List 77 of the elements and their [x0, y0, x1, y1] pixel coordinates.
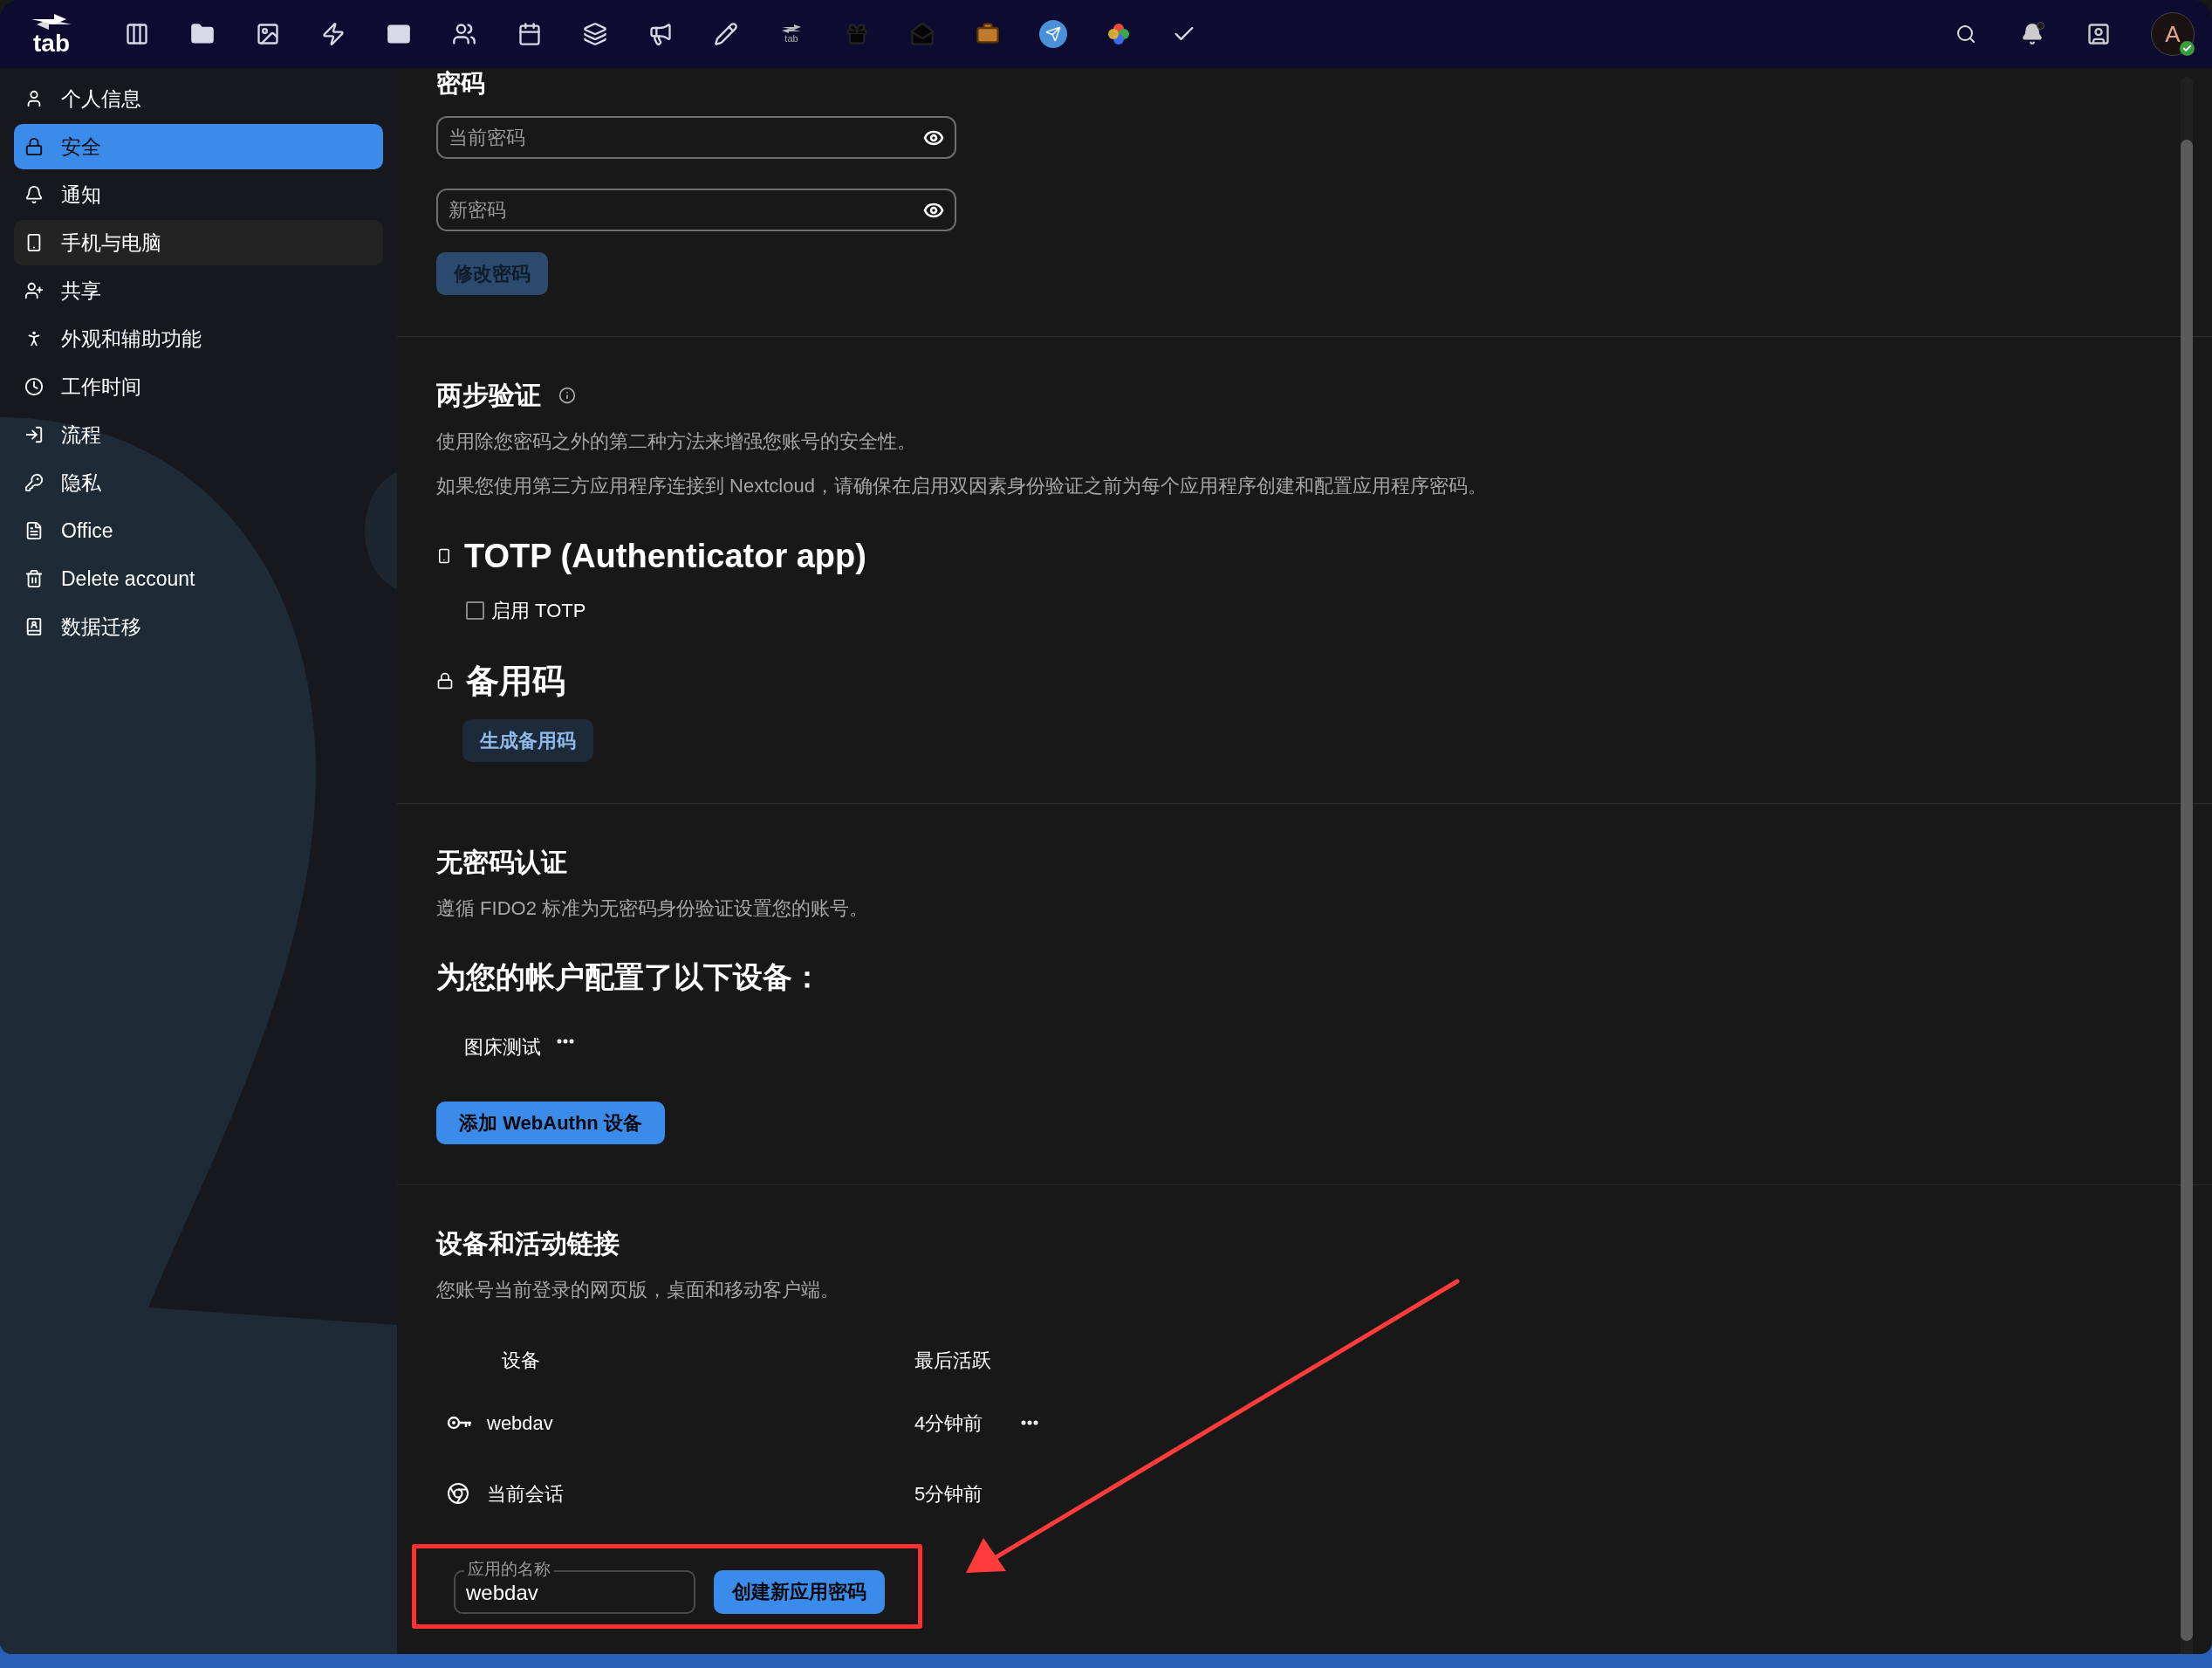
section-heading: 无密码认证 — [436, 847, 568, 878]
sidebar-label: 通知 — [61, 182, 101, 208]
sidebar-label: Delete account — [61, 566, 195, 592]
sidebar-label: 流程 — [61, 422, 101, 448]
method-heading: TOTP (Authenticator app) — [464, 537, 866, 576]
sidebar-item[interactable]: 数据迁移 — [14, 604, 383, 649]
column-header: 最后活跃 — [914, 1348, 991, 1373]
avatar[interactable]: A — [2151, 12, 2195, 56]
sidebar-label: 工作时间 — [61, 374, 141, 400]
description: 使用除您密码之外的第二种方法来增强您账号的安全性。 — [436, 429, 917, 454]
sidebar-label: Office — [61, 518, 113, 544]
sidebar-label: 个人信息 — [61, 86, 141, 112]
sidebar-item[interactable]: Delete account — [14, 556, 383, 601]
method-heading: 备用码 — [466, 662, 565, 701]
password-field[interactable]: 当前密码 — [436, 116, 956, 159]
bell-icon — [24, 185, 44, 204]
sidebar-item[interactable]: 流程 — [14, 412, 383, 457]
field-label: 应用的名称 — [464, 1559, 554, 1579]
sidebar-item[interactable]: 隐私 — [14, 460, 383, 505]
add-webauthn-button[interactable]: 添加 WebAuthn 设备 — [436, 1102, 665, 1144]
description: 如果您使用第三方应用程序连接到 Nextcloud，请确保在启用双因素身份验证之前为每个应用程序创建和配置应用程序密码。 — [436, 474, 1488, 498]
section-heading: 密码 — [436, 69, 486, 99]
person-add-icon — [24, 281, 44, 300]
browser-icon — [447, 1482, 469, 1505]
logo-text: tab — [33, 31, 70, 56]
section-heading: 两步验证 — [436, 380, 541, 411]
password-input[interactable]: 新密码 — [449, 196, 923, 224]
lock-icon — [436, 672, 454, 690]
sidebar-label: 外观和辅助功能 — [61, 326, 202, 352]
phone-icon — [436, 548, 452, 564]
table-cell-text: 4分钟前 — [914, 1411, 984, 1436]
trash-icon — [24, 569, 44, 588]
sidebar-item[interactable]: 通知 — [14, 172, 383, 217]
table-cell-text: 5分钟前 — [914, 1481, 984, 1507]
sidebar-item[interactable]: 个人信息 — [14, 76, 383, 121]
sidebar-item[interactable]: 共享 — [14, 268, 383, 313]
totp-checkbox[interactable]: 启用 TOTP — [466, 596, 2212, 624]
pencil-icon[interactable] — [712, 20, 740, 48]
sidebar-label: 共享 — [61, 278, 101, 304]
app-button[interactable]: tab — [777, 20, 805, 48]
clock-icon — [24, 377, 44, 396]
stack-icon[interactable] — [581, 20, 609, 48]
description: 遵循 FIDO2 标准为无密码身份验证设置您的账号。 — [436, 896, 869, 921]
logo[interactable]: tab — [0, 12, 103, 56]
info-icon[interactable] — [558, 387, 576, 404]
create-app-password-button[interactable]: 创建新应用密码 — [714, 1569, 885, 1614]
password-input[interactable]: 当前密码 — [449, 123, 923, 152]
sidebar-item[interactable]: 工作时间 — [14, 364, 383, 409]
document-icon — [24, 521, 44, 540]
sidebar-item[interactable]: 手机与电脑 — [14, 220, 383, 265]
contact-book-icon — [24, 617, 44, 636]
generate-backup-codes-button[interactable]: 生成备用码 — [462, 719, 593, 762]
table-cell-text: webdav — [487, 1411, 554, 1436]
checkbox-label: 启用 TOTP — [491, 598, 586, 623]
sidebar-item[interactable]: 安全 — [14, 124, 383, 169]
devices-heading: 为您的帐户配置了以下设备： — [436, 959, 823, 995]
device-name: 图床测试 — [464, 1034, 541, 1060]
table-cell-text: 当前会话 — [487, 1481, 565, 1507]
checkbox[interactable] — [466, 601, 484, 620]
sidebar-label: 隐私 — [61, 470, 101, 496]
sidebar-item[interactable]: 外观和辅助功能 — [14, 316, 383, 361]
description: 您账号当前登录的网页版，桌面和移动客户端。 — [436, 1278, 840, 1302]
sidebar-label: 安全 — [61, 134, 101, 160]
key-icon — [24, 473, 44, 492]
password-field[interactable]: 新密码 — [436, 189, 956, 231]
app-label: tab — [784, 33, 798, 44]
flow-icon — [24, 425, 44, 444]
arrows-icon — [780, 24, 803, 33]
sidebar-label: 数据迁移 — [61, 614, 141, 640]
telegram-icon[interactable] — [1039, 20, 1067, 48]
column-header: 设备 — [502, 1348, 541, 1373]
lock-icon — [24, 137, 44, 156]
key-icon — [447, 1415, 473, 1431]
section-heading: 设备和活动链接 — [436, 1228, 620, 1260]
avatar-letter: A — [2165, 19, 2181, 49]
sidebar-item[interactable]: Office — [14, 508, 383, 553]
sidebar-label: 手机与电脑 — [61, 230, 161, 256]
